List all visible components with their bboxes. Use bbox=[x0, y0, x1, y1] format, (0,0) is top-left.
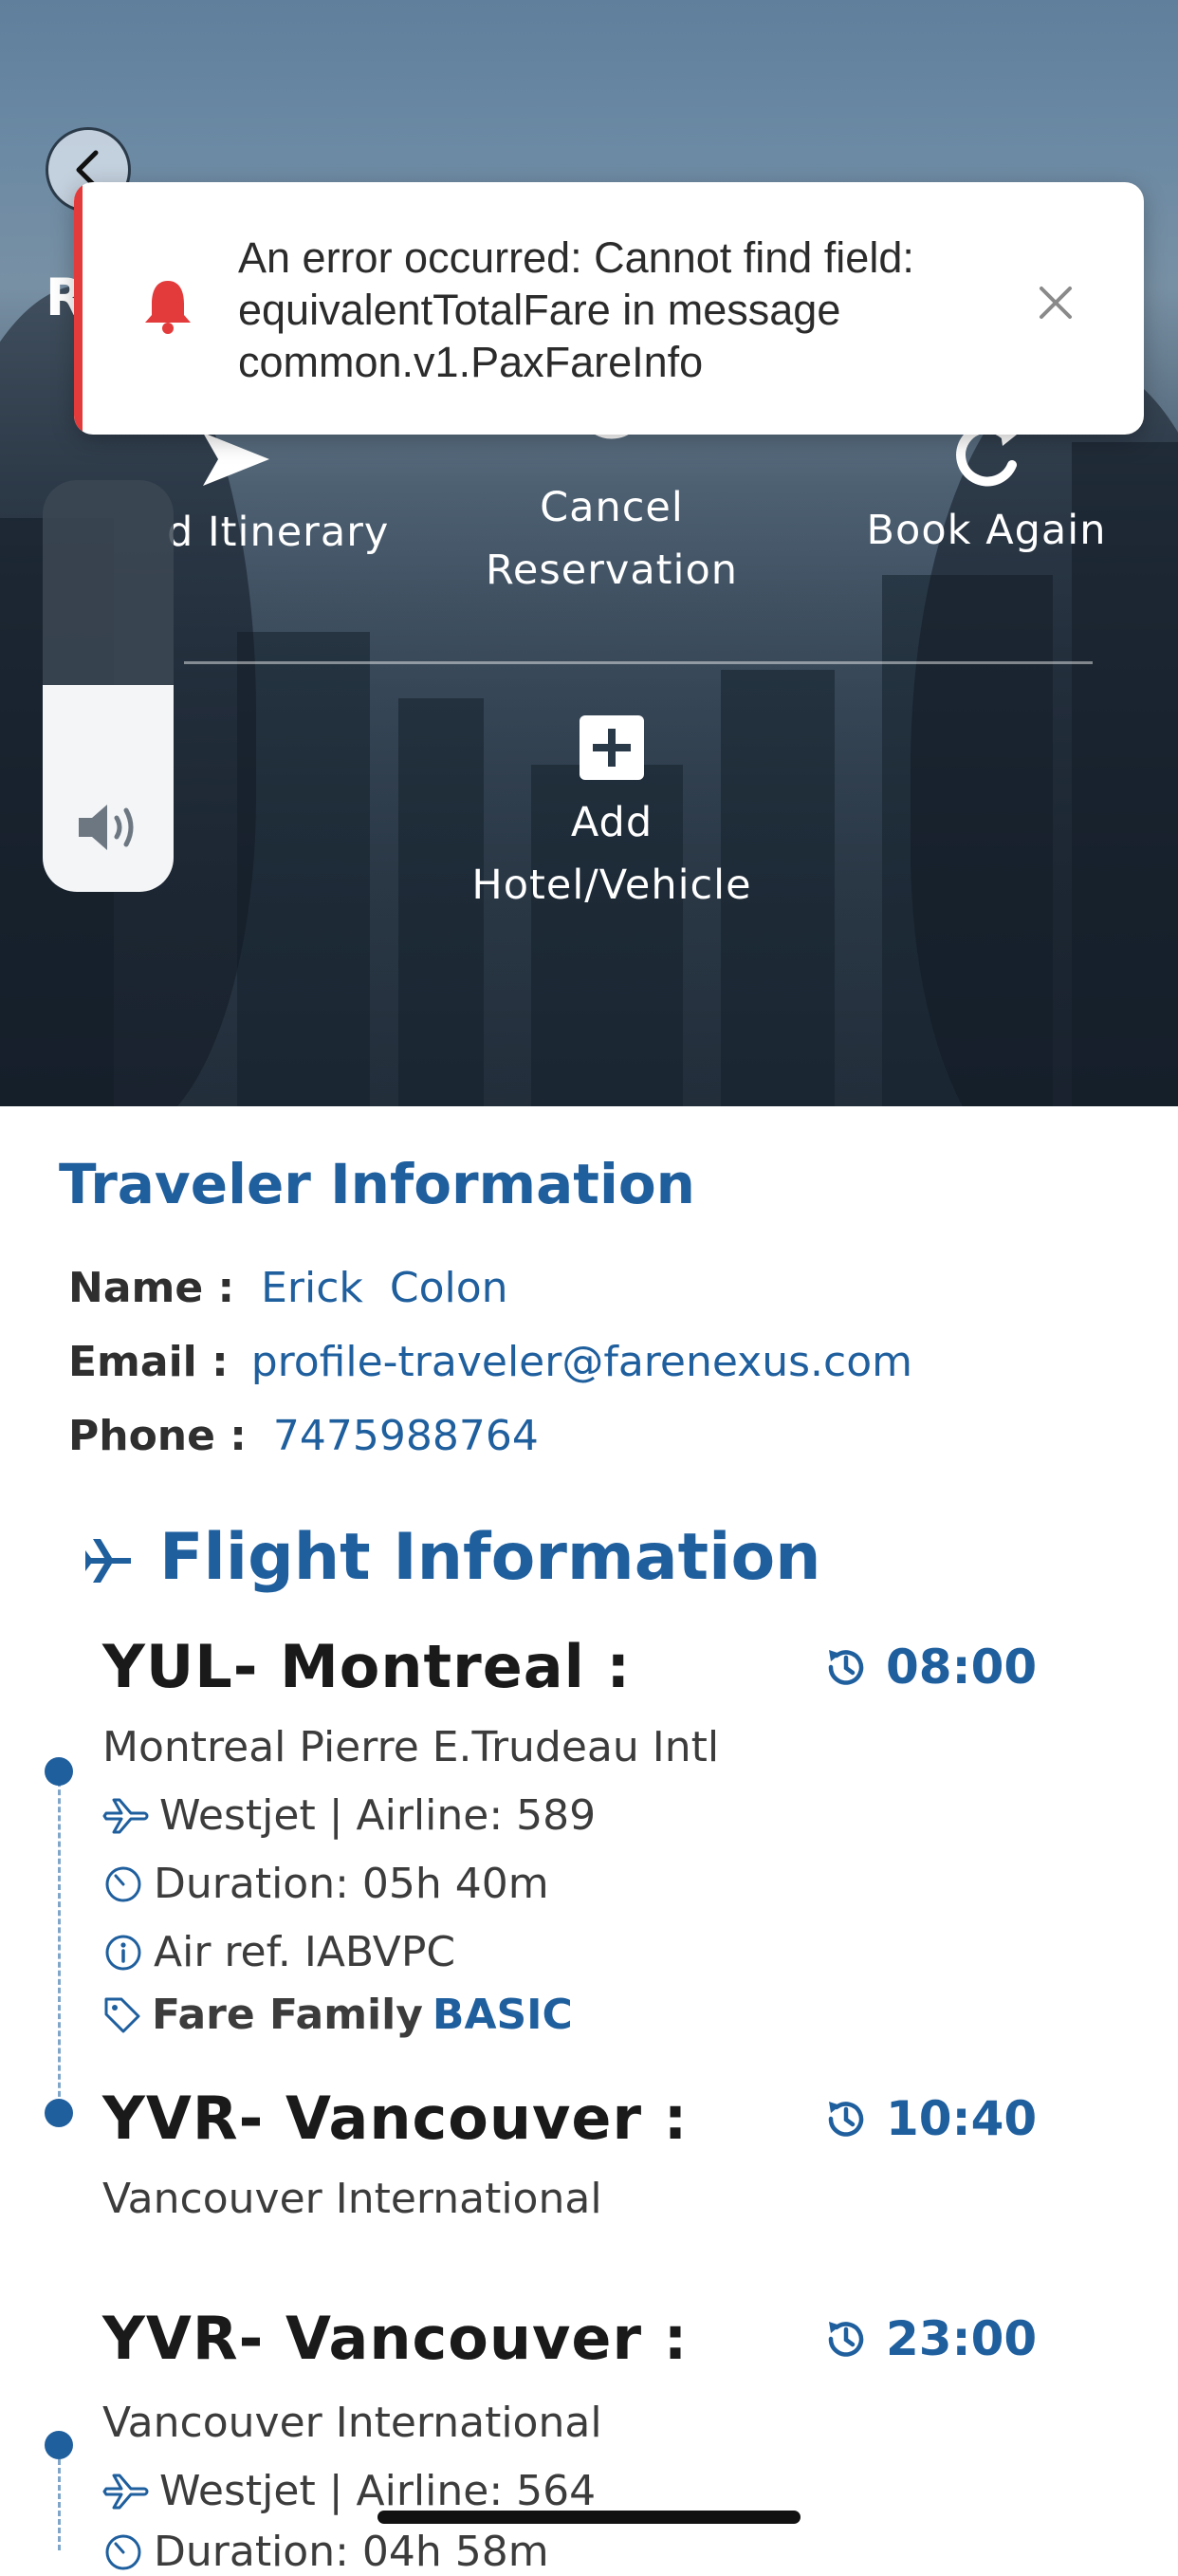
traveler-email-row: Email : profile-traveler@farenexus.com bbox=[68, 1338, 912, 1386]
volume-level-fill bbox=[43, 685, 174, 892]
history-icon bbox=[828, 1650, 864, 1685]
timeline-dot bbox=[45, 1757, 73, 1786]
segment-3-airport: Vancouver International bbox=[102, 2399, 602, 2447]
segment-2-title: YVR- Vancouver : bbox=[102, 2084, 689, 2153]
segment-3-title: YVR- Vancouver : bbox=[102, 2304, 689, 2373]
traveler-name-row: Name : Erick Colon bbox=[68, 1264, 508, 1312]
segment-1-title: YUL- Montreal : bbox=[102, 1632, 632, 1701]
name-value: Erick Colon bbox=[261, 1264, 508, 1312]
segment-3-airline-text: Westjet | Airline: 564 bbox=[159, 2467, 597, 2515]
send-itinerary-label: d Itinerary bbox=[167, 509, 390, 556]
close-icon[interactable] bbox=[1038, 285, 1074, 321]
segment-1-air-ref-text: Air ref. IABVPC bbox=[154, 1928, 456, 1976]
segment-3-duration-text: Duration: 04h 58m bbox=[154, 2528, 549, 2576]
city-building bbox=[237, 632, 370, 1106]
segment-1-duration-text: Duration: 05h 40m bbox=[154, 1860, 549, 1908]
segment-2-airport: Vancouver International bbox=[102, 2175, 602, 2223]
segment-1-time-value: 08:00 bbox=[886, 1640, 1038, 1695]
segment-3-duration: Duration: 04h 58m bbox=[102, 2528, 549, 2576]
send-itinerary-action[interactable]: d Itinerary bbox=[148, 425, 404, 564]
name-label: Name : bbox=[68, 1264, 235, 1312]
timeline-connector bbox=[58, 2459, 61, 2550]
segment-1-airport: Montreal Pierre E.Trudeau Intl bbox=[102, 1723, 719, 1771]
airplane-outline-icon bbox=[102, 1798, 149, 1833]
segment-3-airline: Westjet | Airline: 564 bbox=[102, 2467, 596, 2515]
airplane-outline-icon bbox=[102, 2474, 149, 2509]
flight-section-title: Flight Information bbox=[159, 1520, 821, 1595]
segment-2-time-value: 10:40 bbox=[886, 2091, 1038, 2146]
traveler-section-title: Traveler Information bbox=[59, 1152, 695, 1216]
segment-2-time: 10:40 bbox=[823, 2091, 1037, 2146]
timer-icon bbox=[105, 1866, 141, 1901]
phone-label: Phone : bbox=[68, 1412, 247, 1460]
hero-divider bbox=[184, 661, 1093, 664]
email-value[interactable]: profile-traveler@farenexus.com bbox=[251, 1338, 912, 1386]
email-label: Email : bbox=[68, 1338, 229, 1386]
segment-2-airport-text: Vancouver International bbox=[102, 2175, 602, 2223]
phone-value[interactable]: 7475988764 bbox=[273, 1412, 539, 1460]
segment-1-time: 08:00 bbox=[823, 1640, 1037, 1695]
segment-1-air-ref: Air ref. IABVPC bbox=[102, 1928, 455, 1976]
history-icon bbox=[828, 2102, 864, 2137]
airplane-icon bbox=[85, 1539, 131, 1583]
timer-icon bbox=[105, 2534, 141, 2569]
volume-hud bbox=[43, 480, 174, 892]
send-icon bbox=[203, 433, 269, 486]
plus-icon bbox=[580, 715, 644, 780]
segment-3-time-value: 23:00 bbox=[886, 2311, 1038, 2366]
add-hotel-vehicle-label: Add Hotel/Vehicle bbox=[471, 799, 752, 909]
book-again-label: Book Again bbox=[866, 507, 1107, 554]
segment-1-fare-family: Fare Family BASIC bbox=[102, 1991, 573, 2039]
segment-3-time: 23:00 bbox=[823, 2311, 1037, 2366]
segment-1-airline-text: Westjet | Airline: 589 bbox=[159, 1791, 597, 1840]
fare-family-label: Fare Family bbox=[152, 1991, 423, 2039]
cancel-reservation-label: Cancel Reservation bbox=[485, 484, 739, 594]
book-again-action[interactable]: Book Again bbox=[844, 417, 1129, 562]
history-icon bbox=[828, 2322, 864, 2357]
home-indicator[interactable] bbox=[377, 2511, 801, 2524]
segment-1-airport-text: Montreal Pierre E.Trudeau Intl bbox=[102, 1723, 720, 1771]
add-hotel-vehicle-action[interactable]: Add Hotel/Vehicle bbox=[427, 713, 797, 917]
tag-icon bbox=[104, 1997, 140, 2032]
segment-3-airport-text: Vancouver International bbox=[102, 2399, 602, 2447]
speaker-icon bbox=[79, 805, 134, 850]
bell-icon bbox=[145, 281, 191, 334]
traveler-phone-row: Phone : 7475988764 bbox=[68, 1412, 539, 1460]
timeline-dot bbox=[45, 2431, 73, 2459]
toast-accent-bar bbox=[74, 182, 83, 435]
timeline-dot bbox=[45, 2099, 73, 2127]
info-icon bbox=[105, 1935, 141, 1970]
fare-family-value: BASIC bbox=[432, 1991, 573, 2039]
hero-banner: R d Itinerary Cancel Reservation Book Ag… bbox=[0, 0, 1178, 1106]
segment-1-duration: Duration: 05h 40m bbox=[102, 1860, 549, 1908]
error-toast: An error occurred: Cannot find field: eq… bbox=[74, 182, 1144, 435]
timeline-connector bbox=[58, 1772, 61, 2114]
segment-1-airline: Westjet | Airline: 589 bbox=[102, 1791, 596, 1840]
toast-message: An error occurred: Cannot find field: eq… bbox=[238, 233, 914, 386]
